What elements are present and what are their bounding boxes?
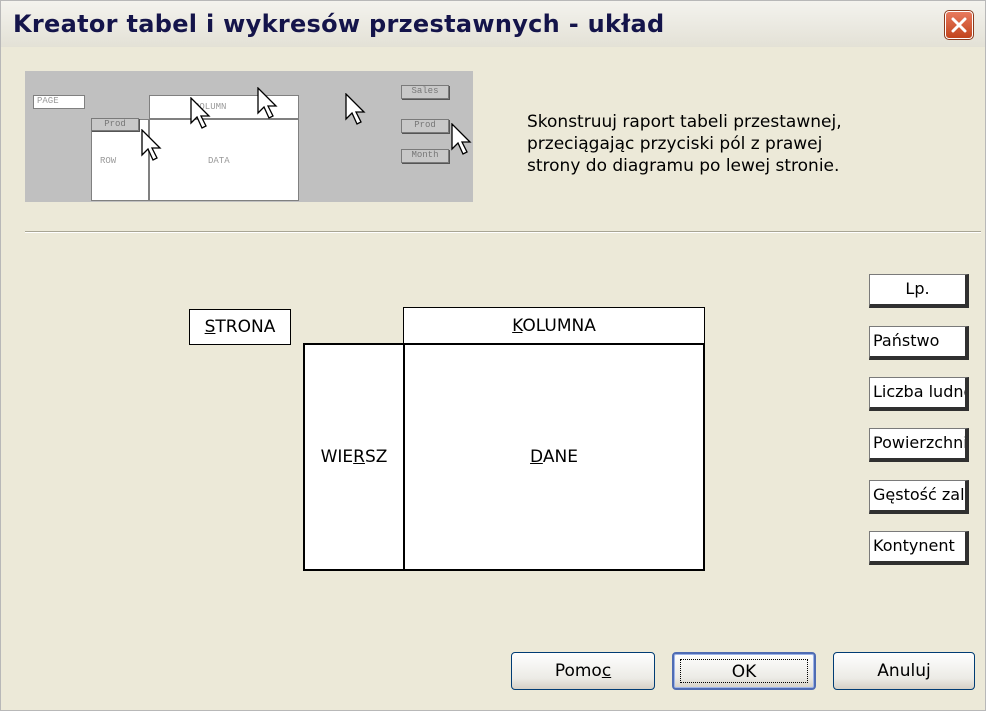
field-button-kontynent[interactable]: Kontynent [869,531,969,565]
field-button-liczba-ludnosci[interactable]: Liczba ludności [869,377,969,411]
instructions-text: Skonstruuj raport tabeli przestawnej, pr… [527,112,842,176]
preview-prod-field-2: Prod [401,119,449,133]
dialog-title: Kreator tabel i wykresów przestawnych - … [13,10,665,38]
field-button-gestosc-zaludnienia[interactable]: Gęstość zaludnienia [869,480,969,514]
cursor-arrow-icon [345,93,366,125]
preview-data-box: DATA [149,119,299,201]
row-drop-zone[interactable]: WIERSZ [303,343,405,571]
close-icon [951,17,967,33]
title-bar[interactable]: Kreator tabel i wykresów przestawnych - … [1,1,985,47]
separator-line [25,231,981,233]
cursor-arrow-icon [451,123,472,155]
data-drop-zone[interactable]: DANE [403,343,705,571]
preview-page-box: PAGE [33,95,85,109]
layout-preview-image: PAGE COLUMN ROW DATA Prod Sales Prod Mon… [25,71,473,202]
preview-month-field: Month [401,149,449,163]
pivot-layout-dialog: Kreator tabel i wykresów przestawnych - … [0,0,986,711]
close-button[interactable] [944,10,974,40]
cursor-arrow-icon [190,97,211,129]
ok-button[interactable]: OK [672,652,816,690]
cursor-arrow-icon [141,129,162,161]
cancel-button[interactable]: Anuluj [833,652,975,690]
field-button-lp[interactable]: Lp. [869,274,969,308]
field-button-panstwo[interactable]: Państwo [869,326,969,360]
preview-prod-field: Prod [91,118,139,131]
page-drop-zone[interactable]: STRONA [189,309,291,345]
column-drop-zone[interactable]: KOLUMNA [403,307,705,345]
help-button[interactable]: Pomoc [511,652,655,690]
preview-sales-field: Sales [401,85,449,99]
field-button-powierzchnia[interactable]: Powierzchnia [869,428,969,462]
cursor-arrow-icon [257,87,278,119]
